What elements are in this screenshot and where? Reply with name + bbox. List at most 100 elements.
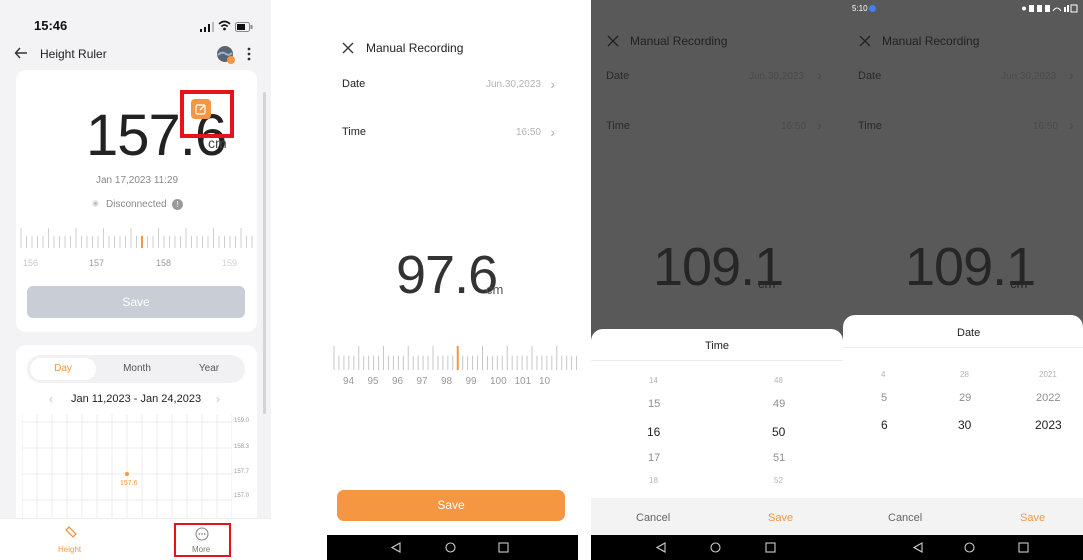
back-arrow-icon[interactable] <box>14 46 28 65</box>
height-ruler[interactable] <box>20 226 256 250</box>
home-circle-icon[interactable] <box>964 542 975 553</box>
chevron-right-icon: › <box>550 124 555 140</box>
prev-range-icon[interactable]: ‹ <box>49 392 53 406</box>
close-icon[interactable] <box>342 41 354 59</box>
ruler-label: 99 <box>465 376 477 387</box>
minute-option: 51 <box>773 452 786 464</box>
minute-option: 49 <box>773 398 786 410</box>
tab-month[interactable]: Month <box>104 358 170 380</box>
date-row[interactable]: Date Jun.30,2023 › <box>337 70 569 98</box>
status-dot-icon <box>92 200 99 207</box>
year-wheel[interactable]: 2021 2022 2023 <box>1023 360 1083 440</box>
minute-selected: 50 <box>772 425 786 439</box>
month-option: 5 <box>881 392 888 404</box>
hour-option: 18 <box>649 476 658 485</box>
time-label: Time <box>342 126 367 138</box>
home-circle-icon[interactable] <box>710 542 721 553</box>
divider <box>591 360 843 361</box>
minute-wheel[interactable]: 48 49 50 51 52 <box>756 366 806 494</box>
close-icon[interactable] <box>859 34 871 52</box>
chart-point[interactable] <box>125 472 129 476</box>
ruler-labels: 94 95 96 97 98 99 100 101 10 <box>333 376 578 390</box>
edit-button[interactable] <box>191 99 211 119</box>
save-button[interactable]: Save <box>27 286 245 318</box>
month-selected: 6 <box>881 418 888 432</box>
notification-dot-icon <box>869 5 876 12</box>
history-chart[interactable] <box>22 414 232 518</box>
back-triangle-icon[interactable] <box>913 542 923 553</box>
hour-wheel[interactable]: 14 15 16 17 18 <box>631 366 681 494</box>
y-tick: 157.7 <box>234 469 250 475</box>
minute-option: 52 <box>774 476 783 485</box>
year-selected: 2023 <box>1035 418 1062 432</box>
close-icon[interactable] <box>607 34 619 52</box>
date-value: Jun.30,2023 <box>1001 71 1057 82</box>
y-tick: 157.0 <box>234 493 250 499</box>
sheet-title: Time <box>705 340 730 352</box>
cancel-button[interactable]: Cancel <box>888 512 922 524</box>
page-title: Manual Recording <box>366 41 464 55</box>
hour-option: 15 <box>648 398 661 410</box>
nav-more[interactable]: More <box>176 525 229 555</box>
divider <box>843 347 1083 348</box>
tab-year[interactable]: Year <box>176 358 242 380</box>
chevron-right-icon: › <box>817 117 822 133</box>
height-unit: cm <box>486 282 504 297</box>
time-label: Time <box>606 120 631 132</box>
system-nav-bar <box>327 535 578 560</box>
month-option: 4 <box>881 370 886 379</box>
recents-square-icon[interactable] <box>498 542 509 553</box>
status-icons <box>1022 4 1078 13</box>
sheet-footer <box>843 498 1083 535</box>
save-button[interactable]: Save <box>1020 512 1045 524</box>
ruler-label: 94 <box>343 376 355 387</box>
next-range-icon[interactable]: › <box>216 392 220 406</box>
cancel-button[interactable]: Cancel <box>636 512 670 524</box>
time-row[interactable]: Time 16:50 › <box>337 118 569 146</box>
ruler-label: 100 <box>490 376 507 387</box>
date-value: Jun.30,2023 <box>485 79 541 90</box>
manual-recording-screen: Manual Recording Date Jun.30,2023 › Time… <box>327 0 578 560</box>
day-wheel[interactable]: 28 29 30 <box>948 360 988 440</box>
ruler-label: 159 <box>222 258 238 268</box>
scrollbar[interactable] <box>263 92 266 414</box>
more-circle-icon <box>195 527 209 541</box>
info-icon[interactable]: ! <box>172 199 183 210</box>
hour-selected: 16 <box>647 425 661 439</box>
back-triangle-icon[interactable] <box>656 542 666 553</box>
status-bar: 15:46 <box>0 0 271 40</box>
day-option: 28 <box>960 370 969 379</box>
page-title: Manual Recording <box>882 34 980 48</box>
time-value: 16:50 <box>781 121 807 132</box>
month-wheel[interactable]: 4 5 6 <box>873 360 913 440</box>
save-button[interactable]: Save <box>337 490 565 521</box>
chevron-right-icon: › <box>1069 117 1074 133</box>
ruler-label: 156 <box>23 258 39 268</box>
height-ruler[interactable] <box>333 344 578 372</box>
back-triangle-icon[interactable] <box>391 542 401 553</box>
ruler-label: 97 <box>416 376 428 387</box>
save-button[interactable]: Save <box>768 512 793 524</box>
ruler-label: 10 <box>539 376 551 387</box>
tab-day[interactable]: Day <box>30 358 96 380</box>
sheet-footer <box>591 498 843 535</box>
page-title: Manual Recording <box>630 34 728 48</box>
day-selected: 30 <box>958 418 972 432</box>
date-range: Jan 11,2023 - Jan 24,2023 <box>71 393 202 405</box>
height-ruler-screen: 15:46 Height Ruler 157.6 cm Jan 17,2023 … <box>0 0 271 560</box>
time-picker-screen: Manual Recording Date Jun.30,2023 › Time… <box>591 0 843 560</box>
nav-height[interactable]: Height <box>44 522 100 556</box>
year-option: 2022 <box>1036 392 1061 404</box>
date-label: Date <box>858 70 882 82</box>
date-label: Date <box>342 78 366 90</box>
device-avatar-icon[interactable] <box>216 45 236 70</box>
ruler-label: 101 <box>514 376 532 387</box>
wifi-icon <box>218 18 231 36</box>
recents-square-icon[interactable] <box>765 542 776 553</box>
height-unit: cm <box>758 276 776 291</box>
status-time: 5:10 <box>852 4 868 13</box>
recents-square-icon[interactable] <box>1018 542 1029 553</box>
more-vertical-icon[interactable] <box>246 46 252 67</box>
home-circle-icon[interactable] <box>445 542 456 553</box>
height-unit: cm <box>1010 276 1028 291</box>
